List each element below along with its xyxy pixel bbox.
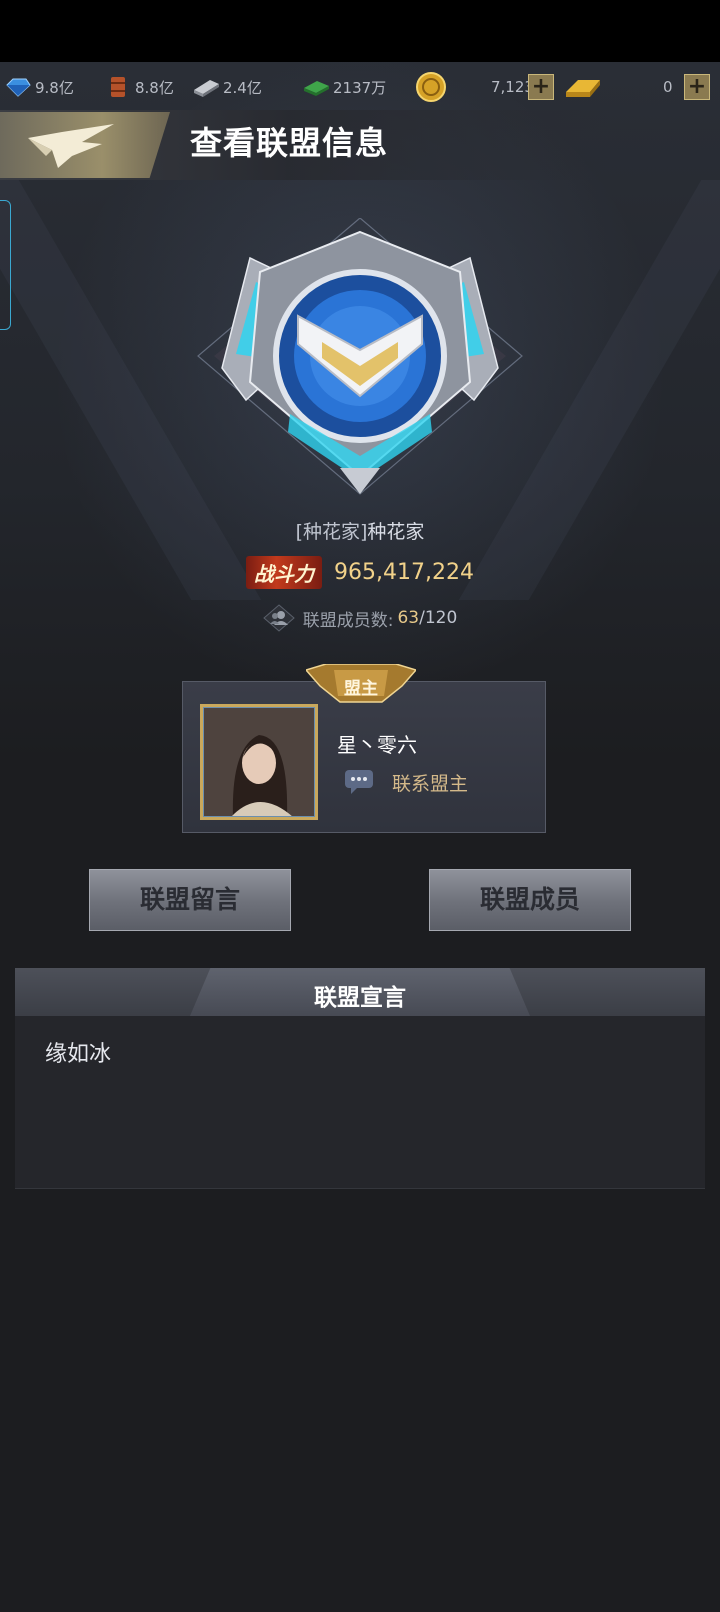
oil-barrel-icon: [111, 77, 125, 97]
crystal-icon: [6, 78, 31, 97]
steel-bar-icon: [194, 80, 219, 97]
add-gold-coin-button[interactable]: +: [528, 74, 554, 100]
member-count: 联盟成员数: 63/120: [0, 604, 720, 632]
resource-value: 9.8亿: [35, 78, 74, 97]
alliance-messages-button[interactable]: 联盟留言: [89, 869, 291, 931]
alliance-tag: [种花家]: [295, 521, 368, 543]
resource-cash: 2137万: [302, 66, 386, 108]
status-bar-area: [0, 0, 720, 62]
alliance-name: [种花家]种花家: [0, 517, 720, 544]
resource-gold-coin: 7,123: [414, 66, 534, 108]
add-gold-bar-button[interactable]: +: [684, 74, 710, 100]
gold-bar-icon: [566, 80, 600, 97]
members-total: /120: [419, 608, 458, 628]
gold-coin-icon: [416, 72, 446, 102]
members-count: 63: [397, 608, 420, 628]
resource-gold-bar: 0: [564, 66, 673, 108]
resource-value: 0: [663, 78, 673, 96]
alliance-members-button[interactable]: 联盟成员: [429, 869, 631, 931]
resource-steel: 2.4亿: [192, 66, 262, 108]
declaration-text: 缘如冰: [45, 1042, 112, 1067]
avatar[interactable]: [200, 704, 318, 820]
declaration-title: 联盟宣言: [314, 985, 406, 1011]
members-icon: [262, 604, 295, 632]
leader-badge: 盟主: [344, 679, 378, 699]
leader-portrait-icon: [203, 707, 315, 817]
resource-oil: 8.8亿: [104, 66, 174, 108]
declaration-panel: [15, 1016, 705, 1189]
resource-value: 8.8亿: [135, 78, 174, 97]
chat-bubble-icon[interactable]: [343, 768, 375, 796]
power-value: 965,417,224: [334, 560, 474, 585]
resource-bar: 9.8亿 8.8亿 2.4亿 2137万 7,123 + 0 +: [0, 66, 720, 108]
members-label: 联盟成员数:: [302, 610, 394, 631]
back-button[interactable]: [0, 112, 170, 178]
resource-crystal: 9.8亿: [4, 66, 74, 108]
cash-stack-icon: [304, 81, 329, 96]
power-label-badge: 战斗力: [246, 556, 323, 589]
alliance-name-text: 种花家: [367, 521, 425, 543]
leader-name: 星丶零六: [337, 733, 417, 757]
resource-value: 2137万: [333, 78, 387, 97]
alliance-emblem-icon: [197, 217, 523, 495]
eagle-back-icon: [28, 124, 114, 168]
alliance-emblem: [170, 217, 550, 518]
alliance-power: 战斗力 965,417,224: [0, 556, 720, 589]
page-title: 查看联盟信息: [190, 124, 389, 162]
side-tab[interactable]: [0, 200, 11, 330]
resource-value: 2.4亿: [223, 78, 262, 97]
contact-leader-link[interactable]: 联系盟主: [392, 769, 468, 796]
